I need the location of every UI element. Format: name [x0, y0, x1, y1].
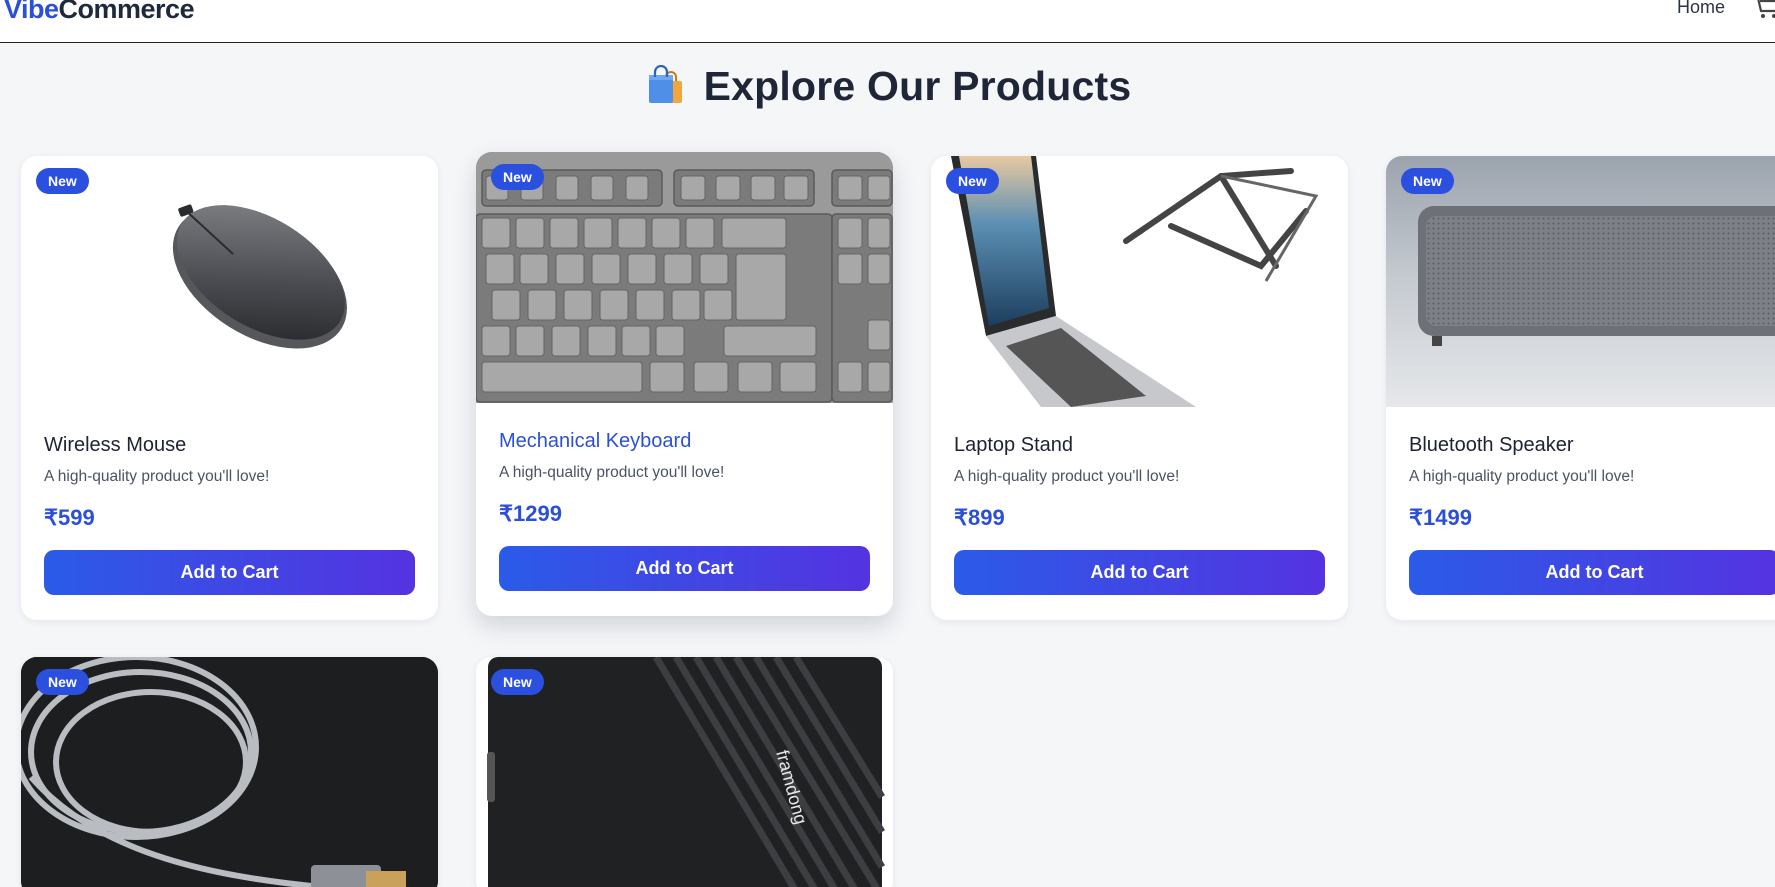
shopping-bags-icon: [648, 64, 682, 103]
logo-commerce: Commerce: [58, 0, 195, 24]
wireless-mouse-image: [172, 204, 347, 349]
product-description: A high-quality product you'll love!: [954, 468, 1180, 485]
product-name[interactable]: Wireless Mouse: [44, 434, 186, 457]
product-card[interactable]: New Mechanical Keyboard A high-quality p…: [476, 152, 893, 616]
bluetooth-speaker-image: [1386, 156, 1775, 407]
new-badge: New: [36, 669, 89, 695]
logo-vibe: Vibe: [4, 0, 59, 24]
product-card[interactable]: New Laptop Stand A high-quality product …: [931, 156, 1348, 620]
nav-link-home[interactable]: Home: [1677, 0, 1725, 18]
keyboard-image: [476, 152, 893, 403]
product-card[interactable]: New: [21, 657, 438, 887]
product-price: ₹899: [954, 505, 1005, 530]
product-description: A high-quality product you'll love!: [44, 468, 270, 485]
site-logo[interactable]: VibeCommerce: [4, 0, 195, 25]
new-badge: New: [1401, 168, 1454, 194]
product-image[interactable]: [476, 152, 893, 403]
product-card[interactable]: New Wireless Mouse A high-quality produc…: [21, 156, 438, 620]
new-badge: New: [946, 168, 999, 194]
add-to-cart-button[interactable]: Add to Cart: [499, 546, 870, 591]
add-to-cart-button[interactable]: Add to Cart: [954, 550, 1325, 595]
product-name[interactable]: Bluetooth Speaker: [1409, 434, 1574, 457]
product-card[interactable]: framdong New: [476, 657, 893, 887]
product-price: ₹1499: [1409, 505, 1472, 530]
page-title: Explore Our Products: [0, 63, 1775, 119]
top-navbar: VibeCommerce Home: [0, 0, 1775, 43]
new-badge: New: [36, 168, 89, 194]
shopping-cart-icon[interactable]: [1752, 0, 1775, 20]
product-description: A high-quality product you'll love!: [1409, 468, 1635, 485]
add-to-cart-button[interactable]: Add to Cart: [1409, 550, 1775, 595]
product-price: ₹1299: [499, 501, 562, 526]
product-card[interactable]: New Bluetooth Speaker A high-quality pro…: [1386, 156, 1775, 620]
page-title-text: Explore Our Products: [703, 63, 1132, 109]
laptop-stand-image: [931, 156, 1348, 407]
product-image[interactable]: [1386, 156, 1775, 407]
product-description: A high-quality product you'll love!: [499, 464, 725, 481]
product-price: ₹599: [44, 505, 95, 530]
new-badge: New: [491, 164, 544, 190]
product-name[interactable]: Mechanical Keyboard: [499, 430, 691, 453]
new-badge: New: [491, 669, 544, 695]
product-image[interactable]: [931, 156, 1348, 407]
add-to-cart-button[interactable]: Add to Cart: [44, 550, 415, 595]
product-image[interactable]: [21, 156, 438, 407]
product-name[interactable]: Laptop Stand: [954, 434, 1073, 457]
